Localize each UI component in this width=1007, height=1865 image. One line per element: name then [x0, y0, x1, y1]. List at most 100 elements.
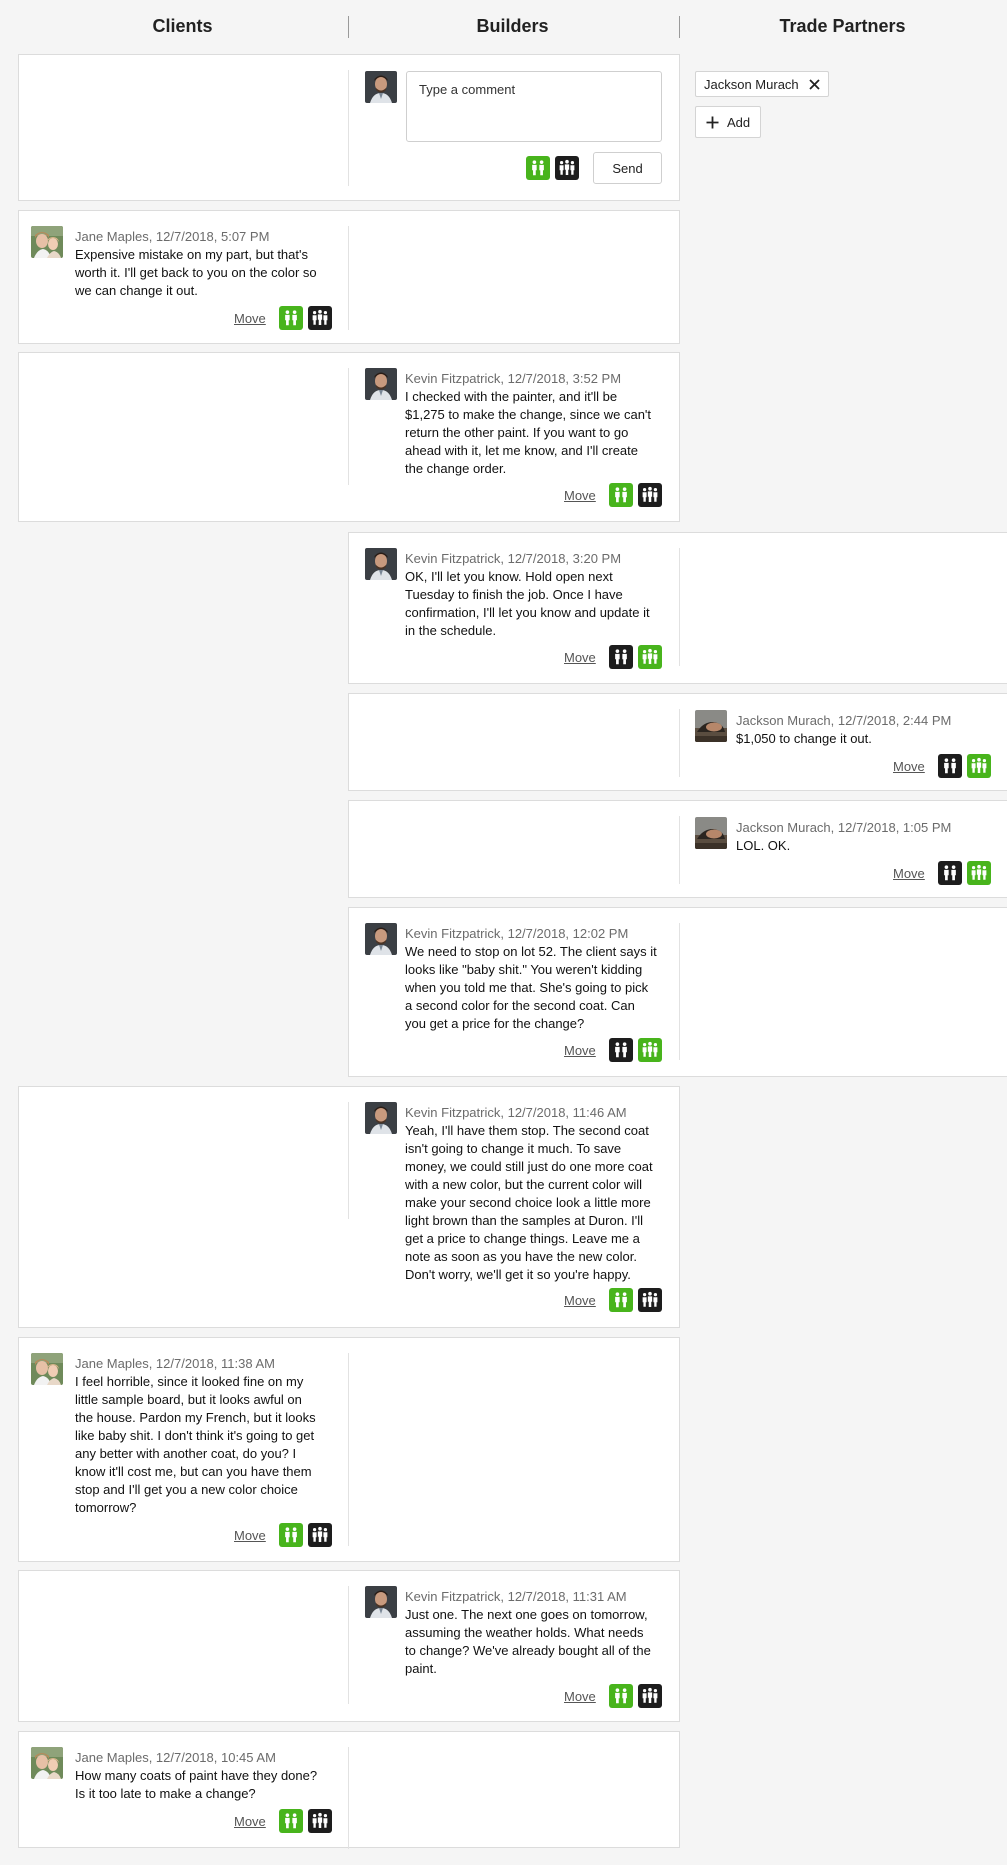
avatar: [365, 548, 397, 580]
message-text: I feel horrible, since it looked fine on…: [75, 1374, 316, 1515]
clients-visibility-toggle[interactable]: [278, 1523, 303, 1547]
move-link[interactable]: Move: [564, 1689, 596, 1704]
trade-partners-visibility-toggle[interactable]: [307, 306, 332, 330]
trade-partners-visibility-toggle[interactable]: [966, 754, 991, 778]
message: Jane Maples, 12/7/2018, 5:07 PM Expensiv…: [31, 226, 336, 336]
two-people-icon: [282, 309, 300, 327]
clients-visibility-toggle[interactable]: [608, 483, 633, 507]
message: Kevin Fitzpatrick, 12/7/2018, 11:31 AM J…: [365, 1586, 670, 1716]
trade-partners-visibility-toggle[interactable]: [307, 1809, 332, 1833]
column-divider: [348, 16, 349, 38]
message: Kevin Fitzpatrick, 12/7/2018, 11:46 AM Y…: [365, 1102, 670, 1322]
add-trade-partner-button[interactable]: Add: [695, 106, 762, 138]
three-people-icon: [311, 1812, 329, 1830]
move-link[interactable]: Move: [234, 1528, 266, 1543]
avatar: [365, 1102, 397, 1134]
message-text: LOL. OK.: [736, 838, 791, 853]
trade-partners-visibility-toggle[interactable]: [966, 861, 991, 885]
avatar: [695, 817, 727, 849]
column-divider: [679, 548, 680, 666]
message-text: Expensive mistake on my part, but that's…: [75, 247, 317, 298]
clients-visibility-toggle[interactable]: [278, 1809, 303, 1833]
message-card: Kevin Fitzpatrick, 12/7/2018, 11:46 AM Y…: [18, 1086, 680, 1328]
clients-visibility-toggle[interactable]: [526, 156, 550, 180]
clients-visibility-toggle[interactable]: [278, 306, 303, 330]
trade-partners-visibility-toggle[interactable]: [555, 156, 579, 180]
move-link[interactable]: Move: [893, 866, 925, 881]
three-people-icon: [641, 1687, 659, 1705]
message-author: Jane Maples, 12/7/2018, 10:45 AM: [75, 1750, 276, 1765]
message: Kevin Fitzpatrick, 12/7/2018, 12:02 PM W…: [365, 923, 670, 1071]
two-people-icon: [529, 159, 547, 177]
column-divider: [679, 709, 680, 777]
add-label: Add: [727, 114, 751, 130]
move-link[interactable]: Move: [234, 311, 266, 326]
column-divider: [348, 368, 349, 485]
trade-partners-visibility-toggle[interactable]: [307, 1523, 332, 1547]
trade-partners-visibility-toggle[interactable]: [637, 1038, 662, 1062]
trade-partner-chip: Jackson Murach: [695, 71, 829, 97]
message-author: Jane Maples, 12/7/2018, 5:07 PM: [75, 229, 270, 244]
column-divider: [348, 1353, 349, 1546]
clients-visibility-toggle[interactable]: [608, 645, 633, 669]
three-people-icon: [641, 486, 659, 504]
compose-card: Type a comment Send: [18, 54, 680, 201]
message-card: Jackson Murach, 12/7/2018, 1:05 PM LOL. …: [348, 800, 1007, 898]
clients-visibility-toggle[interactable]: [608, 1038, 633, 1062]
column-title-trade-partners: Trade Partners: [779, 16, 906, 36]
three-people-icon: [311, 309, 329, 327]
message-text: Just one. The next one goes on tomorrow,…: [405, 1607, 651, 1676]
trade-partners-visibility-toggle[interactable]: [637, 645, 662, 669]
message-card: Jane Maples, 12/7/2018, 10:45 AM How man…: [18, 1731, 680, 1849]
message-text: Yeah, I'll have them stop. The second co…: [405, 1123, 653, 1282]
three-people-icon: [558, 159, 576, 177]
message-text: $1,050 to change it out.: [736, 731, 872, 746]
two-people-icon: [612, 1687, 630, 1705]
trade-partners-visibility-toggle[interactable]: [637, 1684, 662, 1708]
three-people-icon: [970, 864, 988, 882]
column-divider: [348, 1586, 349, 1704]
comment-input[interactable]: Type a comment: [406, 71, 662, 142]
send-button[interactable]: Send: [593, 152, 662, 184]
move-link[interactable]: Move: [564, 1293, 596, 1308]
two-people-icon: [941, 864, 959, 882]
message-text: OK, I'll let you know. Hold open next Tue…: [405, 569, 650, 638]
two-people-icon: [941, 757, 959, 775]
two-people-icon: [612, 486, 630, 504]
trade-partners-visibility-toggle[interactable]: [637, 1288, 662, 1312]
avatar: [31, 1747, 63, 1779]
message-author: Kevin Fitzpatrick, 12/7/2018, 11:46 AM: [405, 1105, 627, 1120]
message-card: Kevin Fitzpatrick, 12/7/2018, 12:02 PM W…: [348, 907, 1007, 1077]
move-link[interactable]: Move: [234, 1814, 266, 1829]
clients-visibility-toggle[interactable]: [608, 1288, 633, 1312]
three-people-icon: [641, 648, 659, 666]
move-link[interactable]: Move: [893, 759, 925, 774]
column-divider: [348, 1747, 349, 1849]
message-author: Kevin Fitzpatrick, 12/7/2018, 12:02 PM: [405, 926, 629, 941]
message-card: Jane Maples, 12/7/2018, 5:07 PM Expensiv…: [18, 210, 680, 344]
two-people-icon: [282, 1526, 300, 1544]
move-link[interactable]: Move: [564, 650, 596, 665]
three-people-icon: [311, 1526, 329, 1544]
message-author: Jane Maples, 12/7/2018, 11:38 AM: [75, 1356, 275, 1371]
message-card: Kevin Fitzpatrick, 12/7/2018, 11:31 AM J…: [18, 1570, 680, 1722]
three-people-icon: [641, 1041, 659, 1059]
two-people-icon: [612, 648, 630, 666]
message-card: Kevin Fitzpatrick, 12/7/2018, 3:52 PM I …: [18, 352, 680, 522]
three-people-icon: [970, 757, 988, 775]
move-link[interactable]: Move: [564, 488, 596, 503]
avatar: [31, 1353, 63, 1385]
message: Jackson Murach, 12/7/2018, 1:05 PM LOL. …: [695, 817, 1000, 893]
clients-visibility-toggle[interactable]: [937, 861, 962, 885]
trade-partners-visibility-toggle[interactable]: [637, 483, 662, 507]
clients-visibility-toggle[interactable]: [608, 1684, 633, 1708]
clients-visibility-toggle[interactable]: [937, 754, 962, 778]
column-divider: [348, 1102, 349, 1219]
comment-placeholder: Type a comment: [419, 82, 516, 97]
move-link[interactable]: Move: [564, 1043, 596, 1058]
two-people-icon: [612, 1041, 630, 1059]
message-author: Kevin Fitzpatrick, 12/7/2018, 3:52 PM: [405, 371, 622, 386]
three-people-icon: [641, 1291, 659, 1309]
message-card: Jackson Murach, 12/7/2018, 2:44 PM $1,05…: [348, 693, 1007, 791]
close-icon[interactable]: [809, 78, 820, 90]
